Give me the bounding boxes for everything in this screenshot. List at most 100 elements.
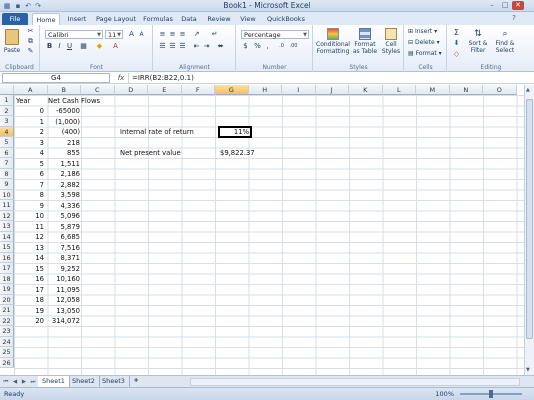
underline-button[interactable]: U: [65, 42, 74, 51]
row-header-2[interactable]: 2: [0, 105, 14, 116]
row-header-23[interactable]: 23: [0, 326, 14, 337]
copy-icon[interactable]: ⧉: [26, 37, 35, 46]
cell-a18[interactable]: 16: [14, 274, 46, 285]
increase-indent-icon[interactable]: ⇥: [202, 42, 211, 51]
autosum-icon[interactable]: Σ: [452, 28, 461, 37]
cell-b8[interactable]: 2,186: [48, 169, 82, 180]
row-header-19[interactable]: 19: [0, 284, 14, 295]
cell-b12[interactable]: 5,096: [48, 211, 82, 222]
row-header-16[interactable]: 16: [0, 252, 14, 263]
borders-icon[interactable]: ▦: [79, 42, 88, 51]
row-header-9[interactable]: 9: [0, 179, 14, 190]
column-header-g[interactable]: G: [215, 85, 249, 95]
row-header-6[interactable]: 6: [0, 147, 14, 158]
insert-sheet-icon[interactable]: ✚: [132, 377, 140, 385]
cell-b19[interactable]: 11,095: [48, 285, 82, 296]
row-header-3[interactable]: 3: [0, 116, 14, 127]
cell-b15[interactable]: 7,516: [48, 243, 82, 254]
fill-icon[interactable]: ⬇: [452, 39, 461, 48]
tab-formulas[interactable]: Formulas: [142, 13, 174, 25]
bold-button[interactable]: B: [45, 42, 54, 51]
cell-b14[interactable]: 6,685: [48, 232, 82, 243]
row-header-10[interactable]: 10: [0, 189, 14, 200]
cell-a10[interactable]: 8: [14, 190, 46, 201]
minimize-button[interactable]: –: [486, 1, 498, 10]
find-select-button[interactable]: ⌕ Find & Select: [492, 28, 518, 54]
format-painter-icon[interactable]: ✎: [26, 47, 35, 56]
tab-view[interactable]: View: [237, 13, 259, 25]
help-icon[interactable]: ?: [510, 14, 518, 22]
cell-b1[interactable]: Net Cash Flows: [48, 96, 100, 107]
format-as-table-button[interactable]: Format as Table: [352, 28, 378, 55]
cell-a1[interactable]: Year: [16, 96, 30, 107]
cell-b21[interactable]: 13,050: [48, 306, 82, 317]
column-header-b[interactable]: B: [47, 85, 81, 95]
column-header-m[interactable]: M: [416, 85, 450, 95]
cell-b22[interactable]: 314,072: [48, 316, 82, 327]
cell-b18[interactable]: 10,160: [48, 274, 82, 285]
row-header-20[interactable]: 20: [0, 294, 14, 305]
cell-b6[interactable]: 855: [48, 148, 82, 159]
align-center-icon[interactable]: ☰: [168, 42, 177, 51]
grow-font-icon[interactable]: A: [127, 30, 136, 39]
number-format-combo[interactable]: Percentage ▼: [241, 30, 309, 39]
align-middle-icon[interactable]: ≡: [168, 30, 177, 39]
orientation-icon[interactable]: ↗: [192, 30, 201, 39]
column-header-d[interactable]: D: [114, 85, 148, 95]
cell-a20[interactable]: 18: [14, 295, 46, 306]
cell-b5[interactable]: 218: [48, 138, 82, 149]
tab-file[interactable]: File: [2, 13, 28, 25]
clear-icon[interactable]: ◇: [452, 50, 461, 59]
scroll-thumb[interactable]: [526, 99, 533, 339]
worksheet-grid[interactable]: ABCDEFGHIJKLMNO 1 2 3 4 5 6 7 8 9 10 11 12 13 14 15 16 1…: [0, 85, 524, 375]
column-header-f[interactable]: F: [181, 85, 215, 95]
row-header-11[interactable]: 11: [0, 200, 14, 211]
row-header-21[interactable]: 21: [0, 305, 14, 316]
first-sheet-icon[interactable]: ⏮: [2, 378, 10, 386]
cell-b16[interactable]: 8,371: [48, 253, 82, 264]
cell-a11[interactable]: 9: [14, 201, 46, 212]
tab-insert[interactable]: Insert: [64, 13, 90, 25]
insert-function-icon[interactable]: fx: [114, 73, 128, 83]
cell-d6[interactable]: Net present value: [120, 148, 181, 159]
tab-home[interactable]: Home: [32, 13, 60, 25]
cell-a15[interactable]: 13: [14, 243, 46, 254]
align-bottom-icon[interactable]: ≡: [178, 30, 187, 39]
decrease-decimal-icon[interactable]: .00: [289, 42, 298, 51]
cell-a6[interactable]: 4: [14, 148, 46, 159]
maximize-button[interactable]: □: [499, 1, 511, 10]
cell-b9[interactable]: 2,882: [48, 180, 82, 191]
row-header-4[interactable]: 4: [0, 126, 14, 137]
delete-cells-button[interactable]: ⊟ Delete ▾: [408, 39, 440, 46]
column-header-o[interactable]: O: [483, 85, 517, 95]
row-header-14[interactable]: 14: [0, 231, 14, 242]
cell-a9[interactable]: 7: [14, 180, 46, 191]
cell-b13[interactable]: 5,879: [48, 222, 82, 233]
row-header-18[interactable]: 18: [0, 273, 14, 284]
cell-b20[interactable]: 12,058: [48, 295, 82, 306]
close-button[interactable]: ✕: [512, 1, 524, 10]
font-name-combo[interactable]: Calibri ▼: [45, 30, 103, 39]
merge-center-icon[interactable]: ⬌: [216, 42, 225, 51]
cell-a17[interactable]: 15: [14, 264, 46, 275]
cell-a2[interactable]: 0: [14, 106, 46, 117]
row-header-17[interactable]: 17: [0, 263, 14, 274]
tab-review[interactable]: Review: [205, 13, 233, 25]
select-all-button[interactable]: [0, 85, 14, 95]
shrink-font-icon[interactable]: A: [137, 30, 146, 39]
cell-b10[interactable]: 3,598: [48, 190, 82, 201]
cell-a8[interactable]: 6: [14, 169, 46, 180]
format-cells-button[interactable]: ▤ Format ▾: [408, 50, 442, 57]
cut-icon[interactable]: ✂: [26, 27, 35, 36]
cell-a13[interactable]: 11: [14, 222, 46, 233]
paste-button[interactable]: Paste: [3, 29, 21, 54]
align-right-icon[interactable]: ☰: [178, 42, 187, 51]
cell-g6[interactable]: $9,822.37: [220, 148, 255, 159]
cell-a3[interactable]: 1: [14, 117, 46, 128]
sheet-tab-3[interactable]: Sheet3: [98, 376, 130, 387]
column-header-i[interactable]: I: [282, 85, 316, 95]
align-top-icon[interactable]: ≡: [158, 30, 167, 39]
row-header-1[interactable]: 1: [0, 95, 14, 106]
column-header-a[interactable]: A: [14, 85, 48, 95]
percent-button[interactable]: %: [253, 42, 262, 51]
